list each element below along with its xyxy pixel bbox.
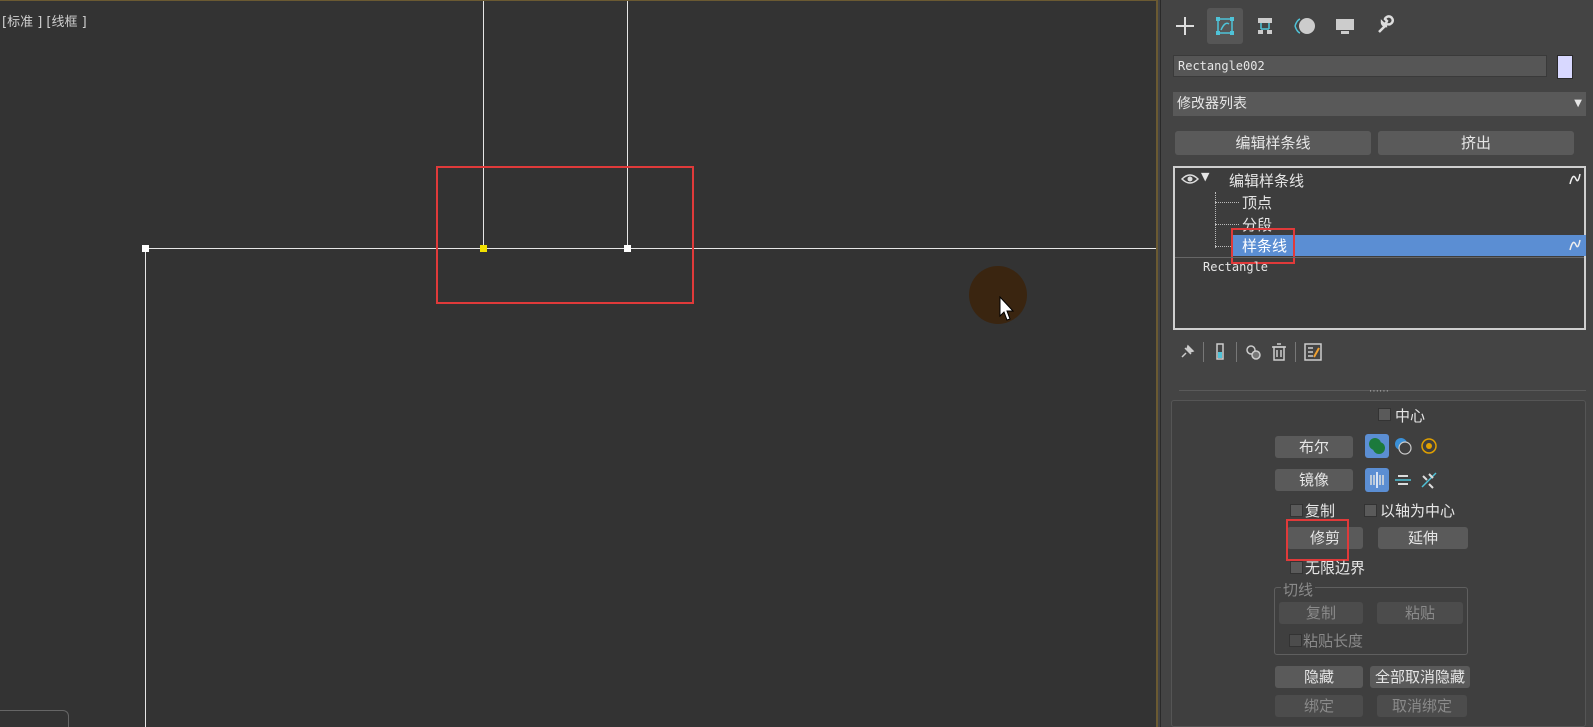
make-unique-icon[interactable] xyxy=(1245,343,1263,361)
extrude-button[interactable]: 挤出 xyxy=(1378,131,1574,155)
unbind-button[interactable]: 取消绑定 xyxy=(1377,695,1467,717)
edit-spline-button[interactable]: 编辑样条线 xyxy=(1175,131,1371,155)
tangent-paste-button[interactable]: 粘贴 xyxy=(1377,602,1463,624)
highlight-box xyxy=(1286,519,1349,561)
about-pivot-checkbox[interactable] xyxy=(1364,504,1377,517)
highlight-box xyxy=(1231,228,1295,264)
stack-base-object[interactable]: Rectangle xyxy=(1203,260,1268,274)
wrench-icon xyxy=(1378,15,1394,33)
separator xyxy=(1295,342,1296,362)
tree-connector xyxy=(1215,202,1239,203)
pin-stack-icon[interactable] xyxy=(1179,344,1195,360)
configure-sets-icon[interactable] xyxy=(1304,343,1322,361)
infinite-bounds-label: 无限边界 xyxy=(1305,559,1366,577)
cursor-highlight xyxy=(969,266,1027,324)
stack-divider xyxy=(1175,257,1584,258)
stack-tool-row xyxy=(1179,342,1322,362)
display-icon xyxy=(1336,19,1354,34)
spline-vertex[interactable] xyxy=(142,245,149,252)
about-pivot-label: 以轴为中心 xyxy=(1380,502,1456,520)
command-panel: Rectangle002 修改器列表 ▼ 编辑样条线 挤出 ▼ 编辑样条线 顶点… xyxy=(1160,0,1593,727)
viewport-label[interactable]: [标准 ] [线框 ] xyxy=(2,11,87,30)
tangent-group-label: 切线 xyxy=(1281,579,1316,600)
hierarchy-icon xyxy=(1258,18,1272,34)
modifier-spline-icon xyxy=(1569,173,1581,185)
mouse-cursor-icon xyxy=(999,296,1015,321)
delete-modifier-icon[interactable] xyxy=(1271,343,1287,361)
display-tab[interactable] xyxy=(1327,8,1363,44)
stack-sub-vertex[interactable]: 顶点 xyxy=(1242,192,1272,213)
dropdown-arrow-icon: ▼ xyxy=(1574,98,1582,109)
tree-connector xyxy=(1215,192,1216,248)
boolean-intersect-button[interactable] xyxy=(1417,434,1441,458)
eye-icon[interactable] xyxy=(1181,173,1199,185)
tree-connector xyxy=(1215,224,1239,225)
rollout-grip[interactable]: ⋯⋯ xyxy=(1369,386,1389,397)
create-tab[interactable] xyxy=(1167,8,1203,44)
modifier-list-dropdown[interactable]: 修改器列表 ▼ xyxy=(1173,92,1586,116)
modifier-spline-icon xyxy=(1569,239,1581,251)
mirror-button[interactable]: 镜像 xyxy=(1275,469,1353,491)
mirror-vertical-icon xyxy=(1395,475,1411,485)
spline-segment[interactable] xyxy=(145,248,146,727)
plus-icon xyxy=(1176,17,1194,35)
hierarchy-tab[interactable] xyxy=(1247,8,1283,44)
mirror-both-button[interactable] xyxy=(1417,468,1441,492)
paste-length-label: 粘贴长度 xyxy=(1303,632,1364,650)
modify-tab[interactable] xyxy=(1207,8,1243,44)
boolean-subtract-button[interactable] xyxy=(1391,434,1415,458)
tangent-group: 切线 复制 粘贴 粘贴长度 xyxy=(1274,579,1468,655)
union-icon xyxy=(1369,438,1385,454)
mirror-both-icon xyxy=(1421,472,1437,489)
subtract-icon xyxy=(1395,438,1412,455)
mirror-horizontal-icon xyxy=(1370,472,1384,488)
highlight-box xyxy=(436,166,694,304)
paste-length-checkbox[interactable] xyxy=(1289,634,1302,647)
panel-tabs xyxy=(1167,8,1403,44)
boolean-button[interactable]: 布尔 xyxy=(1275,436,1353,458)
intersect-icon xyxy=(1421,438,1437,454)
motion-icon xyxy=(1294,18,1315,34)
show-end-result-icon[interactable] xyxy=(1212,343,1228,361)
viewport[interactable]: [标准 ] [线框 ] xyxy=(0,0,1158,727)
center-checkbox[interactable] xyxy=(1378,408,1391,421)
object-name-field[interactable]: Rectangle002 xyxy=(1173,55,1547,77)
modifier-stack: ▼ 编辑样条线 顶点 分段 样条线 Rectangle xyxy=(1173,166,1586,330)
center-label: 中心 xyxy=(1395,407,1426,425)
collapse-arrow-icon[interactable]: ▼ xyxy=(1201,170,1209,183)
geometry-rollout: 中心 布尔 镜像 复制 以轴为中心 修剪 延伸 无限边界 切线 复制 粘贴 粘贴… xyxy=(1171,400,1586,727)
hide-button[interactable]: 隐藏 xyxy=(1275,666,1363,688)
viewport-corner xyxy=(0,710,69,727)
mirror-vertical-button[interactable] xyxy=(1391,468,1415,492)
motion-tab[interactable] xyxy=(1287,8,1323,44)
tangent-copy-button[interactable]: 复制 xyxy=(1279,602,1363,624)
copy-checkbox[interactable] xyxy=(1290,504,1303,517)
mirror-horizontal-button[interactable] xyxy=(1365,468,1389,492)
separator xyxy=(1203,342,1204,362)
bind-button[interactable]: 绑定 xyxy=(1275,695,1363,717)
extend-button[interactable]: 延伸 xyxy=(1378,527,1468,549)
modifier-list-label: 修改器列表 xyxy=(1177,96,1247,112)
stack-modifier-edit-spline[interactable]: 编辑样条线 xyxy=(1229,170,1304,191)
boolean-union-button[interactable] xyxy=(1365,434,1389,458)
separator xyxy=(1236,342,1237,362)
infinite-bounds-checkbox[interactable] xyxy=(1290,561,1303,574)
modify-icon xyxy=(1216,17,1234,35)
copy-label: 复制 xyxy=(1305,502,1336,520)
object-color-swatch[interactable] xyxy=(1557,55,1573,79)
unhide-all-button[interactable]: 全部取消隐藏 xyxy=(1370,666,1470,688)
utilities-tab[interactable] xyxy=(1367,8,1403,44)
